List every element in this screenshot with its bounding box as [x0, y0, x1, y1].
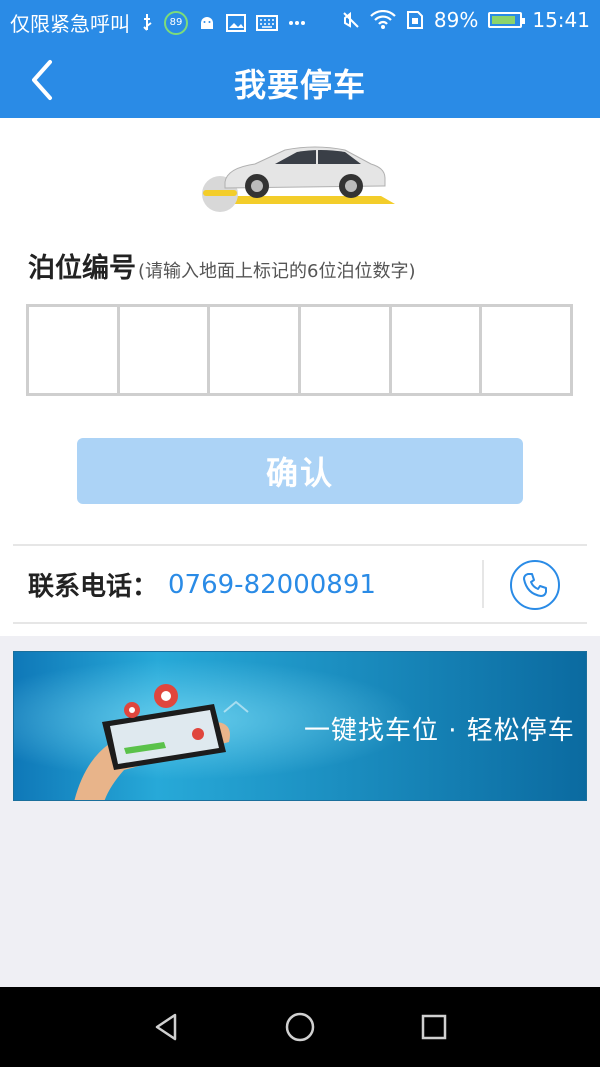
wifi-icon — [370, 10, 396, 30]
battery-percent: 89% — [433, 8, 479, 32]
digit-box-2[interactable] — [120, 307, 211, 393]
divider — [13, 544, 587, 546]
digit-box-6[interactable] — [482, 307, 570, 393]
status-left: 仅限紧急呼叫 89 — [10, 8, 306, 37]
berth-label-main: 泊位编号 — [28, 253, 136, 284]
phone-icon — [523, 573, 547, 597]
divider — [13, 622, 587, 624]
badge-89-icon: 89 — [164, 10, 188, 35]
car-illustration — [195, 138, 405, 213]
clock: 15:41 — [532, 8, 590, 32]
image-icon — [226, 13, 246, 32]
carrier-text: 仅限紧急呼叫 — [10, 12, 130, 36]
contact-separator — [482, 560, 484, 608]
contact-row: 联系电话： 0769-82000891 — [28, 566, 376, 603]
nav-recents-button[interactable] — [414, 1007, 454, 1047]
sim-icon — [406, 10, 424, 30]
android-icon — [198, 14, 216, 32]
mute-icon — [342, 11, 360, 29]
promo-banner[interactable]: 一键找车位 · 轻松停车 — [13, 651, 587, 801]
call-button[interactable] — [510, 560, 560, 610]
keyboard-icon — [256, 14, 278, 31]
contact-phone-number[interactable]: 0769-82000891 — [168, 570, 376, 600]
status-right: 89% 15:41 — [342, 8, 590, 32]
digit-box-1[interactable] — [29, 307, 120, 393]
nav-back-button[interactable] — [146, 1007, 186, 1047]
back-triangle-icon — [155, 1013, 177, 1041]
berth-code-input[interactable] — [26, 304, 573, 396]
status-bar: 仅限紧急呼叫 89 89% 15:41 — [0, 0, 600, 42]
digit-box-5[interactable] — [392, 307, 483, 393]
page-title: 我要停车 — [233, 66, 366, 104]
digit-box-4[interactable] — [301, 307, 392, 393]
battery-icon — [488, 12, 526, 28]
berth-label-hint: (请输入地面上标记的6位泊位数字) — [138, 261, 416, 282]
app-header: 我要停车 — [0, 42, 600, 118]
main-panel: 泊位编号 (请输入地面上标记的6位泊位数字) 确认 联系电话： 0769-820… — [0, 118, 600, 636]
more-dots-icon — [288, 20, 306, 26]
digit-box-3[interactable] — [210, 307, 302, 393]
home-circle-icon — [285, 1012, 315, 1042]
system-nav-bar — [0, 987, 600, 1067]
berth-number-label: 泊位编号 (请输入地面上标记的6位泊位数字) — [28, 246, 416, 285]
recents-square-icon — [421, 1014, 447, 1040]
usb-icon — [140, 13, 154, 33]
contact-label: 联系电话： — [28, 572, 159, 602]
nav-home-button[interactable] — [280, 1007, 320, 1047]
confirm-button[interactable]: 确认 — [77, 438, 523, 504]
banner-slogan: 一键找车位 · 轻松停车 — [304, 716, 575, 746]
